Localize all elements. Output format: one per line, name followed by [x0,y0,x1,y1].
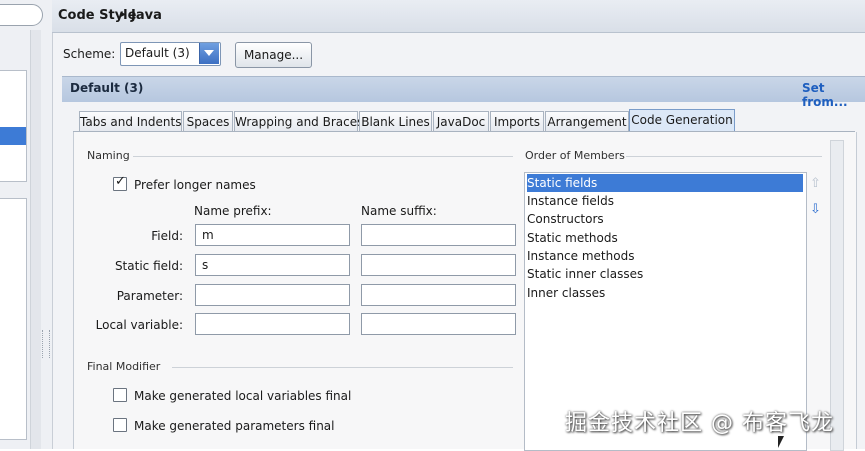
tab-imports[interactable]: Imports [490,111,544,132]
final-local-variables-checkbox[interactable] [113,388,127,402]
list-item[interactable]: Static methods [527,229,803,247]
arrow-up-icon[interactable]: ⇧ [810,176,821,191]
local-variable-label: Local variable: [95,318,183,332]
splitter-handle[interactable] [42,330,50,358]
list-item[interactable]: Static fields [527,174,803,192]
local-variable-suffix-input[interactable] [361,313,516,335]
naming-group-divider [133,156,513,157]
final-modifier-group-label: Final Modifier [87,360,161,373]
section-title: Default (3) [70,81,144,95]
left-tree-panel [0,70,27,182]
scheme-select-value: Default (3) [125,46,190,60]
scheme-dropdown-button[interactable] [199,43,219,64]
chevron-down-icon [204,50,214,56]
check-icon: ✓ [115,174,126,189]
scheme-section-bar [62,76,865,102]
settings-search-input[interactable] [0,4,43,26]
static-field-prefix-input[interactable]: s [195,254,350,276]
breadcrumb-separator-icon: ▸ [121,9,127,20]
order-of-members-label: Order of Members [525,149,625,162]
left-tree-selected-item[interactable] [0,127,26,145]
static-field-prefix-value: s [202,258,209,272]
tab-spaces[interactable]: Spaces [183,111,233,132]
list-item[interactable]: Inner classes [527,284,803,302]
header-subtitle: Java [131,8,162,23]
final-local-variables-label: Make generated local variables final [134,389,352,403]
field-prefix-value: m [202,228,214,242]
settings-header [52,0,865,33]
left-scrollbar[interactable] [30,30,41,449]
list-item[interactable]: Instance methods [527,247,803,265]
tab-blank-lines[interactable]: Blank Lines [359,111,432,132]
name-suffix-header: Name suffix: [361,204,437,218]
name-prefix-header: Name prefix: [194,204,272,218]
left-lower-panel [0,198,27,440]
field-prefix-input[interactable]: m [195,224,350,246]
list-item[interactable]: Instance fields [527,192,803,210]
final-parameters-label: Make generated parameters final [134,419,335,433]
arrow-down-icon[interactable]: ⇩ [810,202,821,217]
parameter-prefix-input[interactable] [195,284,350,306]
parameter-label: Parameter: [116,289,183,303]
static-field-suffix-input[interactable] [361,254,516,276]
scheme-label: Scheme: [63,47,116,61]
naming-group-label: Naming [87,149,130,162]
order-group-divider [626,156,822,157]
final-parameters-checkbox[interactable] [113,418,127,432]
local-variable-prefix-input[interactable] [195,313,350,335]
parameter-suffix-input[interactable] [361,284,516,306]
set-from-link[interactable]: Set from... [802,81,865,109]
manage-button[interactable]: Manage... [235,42,312,68]
field-label: Field: [151,229,183,243]
prefer-longer-names-checkbox[interactable]: ✓ [113,174,127,191]
watermark-text: 掘金技术社区 @ 布客飞龙 [565,411,834,436]
tab-wrapping-and-braces[interactable]: Wrapping and Braces [234,111,363,132]
tab-code-generation[interactable]: Code Generation [629,109,735,132]
list-item[interactable]: Static inner classes [527,265,803,283]
list-item[interactable]: Constructors [527,210,803,228]
tab-javadoc[interactable]: JavaDoc [433,111,489,132]
field-suffix-input[interactable] [361,224,516,246]
final-modifier-group-divider [172,367,513,368]
tab-tabs-and-indents[interactable]: Tabs and Indents [79,111,182,132]
tab-arrangement[interactable]: Arrangement [545,111,629,132]
static-field-label: Static field: [114,259,183,273]
mouse-cursor-icon [778,436,784,448]
prefer-longer-names-label: Prefer longer names [134,178,256,192]
